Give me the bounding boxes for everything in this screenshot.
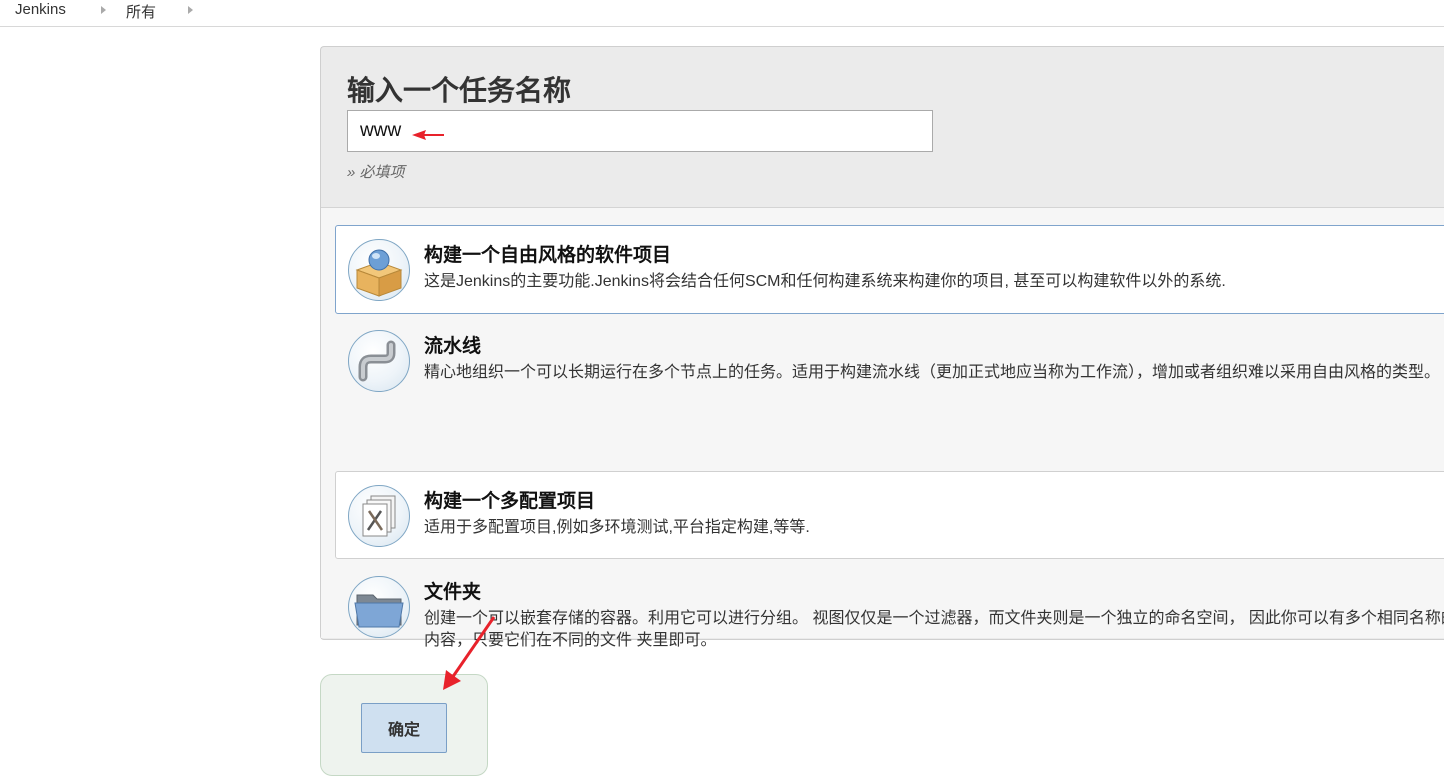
- folder-icon: [348, 576, 410, 638]
- breadcrumb-separator-icon: [188, 6, 193, 14]
- item-type-folder[interactable]: 文件夹 创建一个可以嵌套存储的容器。利用它可以进行分组。 视图仅仅是一个过滤器，…: [335, 562, 1444, 652]
- page-title: 输入一个任务名称: [347, 75, 572, 106]
- breadcrumb-jenkins-link[interactable]: Jenkins: [15, 1, 66, 18]
- pipeline-icon: [348, 330, 410, 392]
- item-type-multi-configuration[interactable]: 构建一个多配置项目 适用于多配置项目,例如多环境测试,平台指定构建,等等.: [335, 471, 1444, 559]
- item-type-description: 这是Jenkins的主要功能.Jenkins将会结合任何SCM和任何构建系统来构…: [424, 273, 1226, 290]
- breadcrumb-all-link[interactable]: 所有: [126, 1, 156, 22]
- item-type-description: 精心地组织一个可以长期运行在多个节点上的任务。适用于构建流水线（更加正式地应当称…: [424, 364, 1441, 381]
- required-hint: » 必填项: [347, 164, 405, 181]
- item-type-description: 创建一个可以嵌套存储的容器。利用它可以进行分组。 视图仅仅是一个过滤器，而文件夹…: [424, 610, 1444, 649]
- item-type-list: 构建一个自由风格的软件项目 这是Jenkins的主要功能.Jenkins将会结合…: [321, 208, 1444, 649]
- item-type-pipeline[interactable]: 流水线 精心地组织一个可以长期运行在多个节点上的任务。适用于构建流水线（更加正式…: [335, 316, 1444, 406]
- breadcrumb: Jenkins 所有: [0, 0, 1444, 27]
- item-type-freestyle[interactable]: 构建一个自由风格的软件项目 这是Jenkins的主要功能.Jenkins将会结合…: [335, 225, 1444, 314]
- item-type-label: 文件夹: [424, 582, 482, 603]
- item-type-label: 流水线: [424, 336, 482, 357]
- item-type-label: 构建一个自由风格的软件项目: [424, 245, 672, 266]
- ok-button-container: 确定: [320, 674, 488, 776]
- item-type-description: 适用于多配置项目,例如多环境测试,平台指定构建,等等.: [424, 519, 810, 536]
- ok-button[interactable]: 确定: [361, 703, 447, 753]
- multi-configuration-icon: [348, 485, 410, 547]
- item-name-input[interactable]: [347, 110, 933, 152]
- freestyle-project-icon: [348, 239, 410, 301]
- new-item-panel: 输入一个任务名称 » 必填项 构建一个自由风格的软件项目 这是Jenkins的主…: [320, 46, 1444, 649]
- item-type-label: 构建一个多配置项目: [424, 491, 596, 512]
- breadcrumb-separator-icon: [101, 6, 106, 14]
